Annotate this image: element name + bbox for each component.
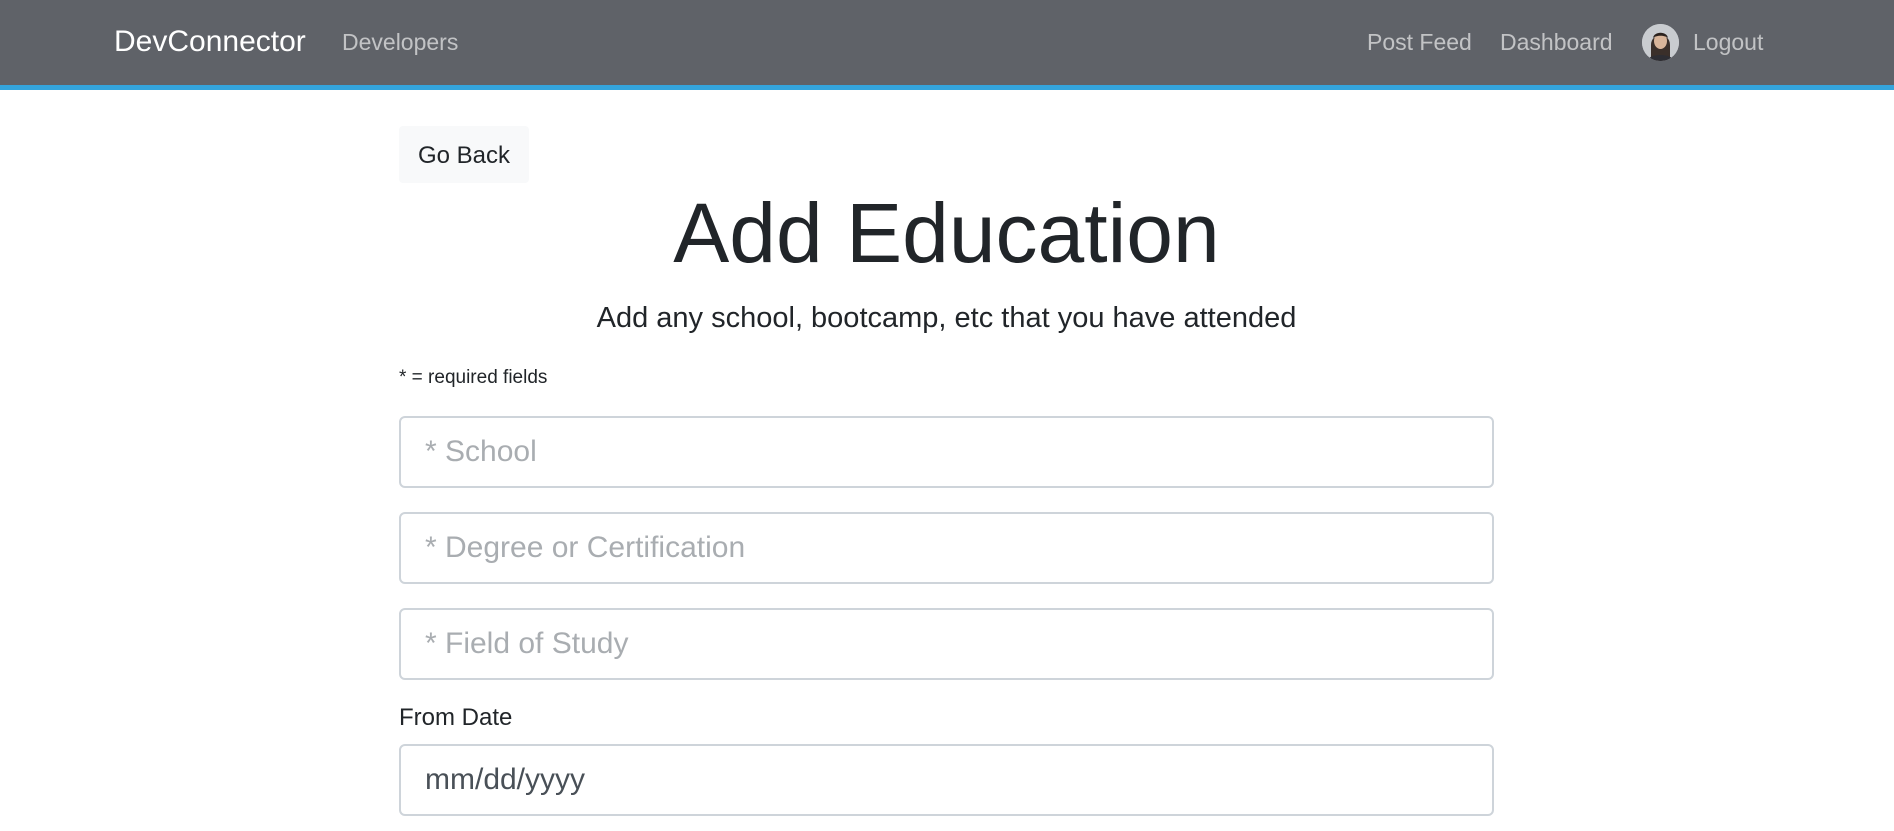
page-title: Add Education: [673, 186, 1220, 280]
brand-link[interactable]: DevConnector: [114, 24, 306, 60]
nav-link-dashboard[interactable]: Dashboard: [1500, 27, 1613, 57]
avatar[interactable]: [1642, 24, 1679, 61]
degree-input[interactable]: [399, 512, 1494, 584]
required-fields-note: * = required fields: [399, 367, 548, 388]
logout-link[interactable]: Logout: [1693, 27, 1763, 57]
navbar: DevConnector Developers Post Feed Dashbo…: [0, 0, 1894, 90]
nav-link-post-feed[interactable]: Post Feed: [1367, 27, 1472, 57]
user-avatar-icon: [1642, 24, 1679, 61]
from-date-label: From Date: [399, 704, 513, 731]
field-of-study-input[interactable]: [399, 608, 1494, 680]
go-back-button[interactable]: Go Back: [399, 126, 529, 183]
nav-link-developers[interactable]: Developers: [342, 27, 458, 57]
from-date-input[interactable]: [399, 744, 1494, 816]
page-lead: Add any school, bootcamp, etc that you h…: [596, 302, 1297, 334]
school-input[interactable]: [399, 416, 1494, 488]
